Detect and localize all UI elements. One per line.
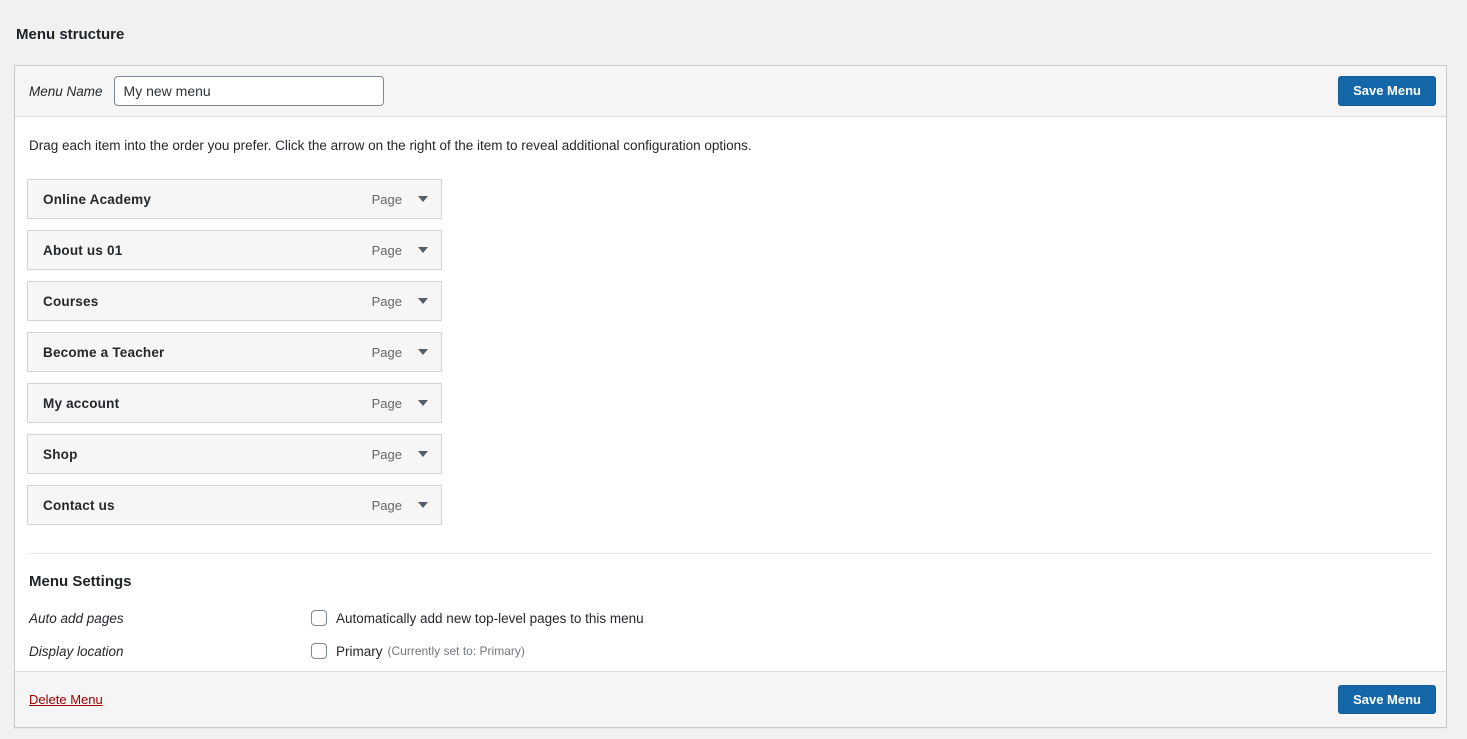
menu-item-type: Page [372,192,402,207]
chevron-down-icon[interactable] [418,298,428,304]
menu-item-title: Courses [43,294,98,309]
menu-item-row[interactable]: Shop Page [27,434,442,474]
menu-item-title: Become a Teacher [43,345,165,360]
chevron-down-icon[interactable] [418,400,428,406]
auto-add-pages-checkbox-label[interactable]: Automatically add new top-level pages to… [336,611,644,626]
drag-instructions: Drag each item into the order you prefer… [29,138,1432,153]
auto-add-pages-checkbox[interactable] [311,610,327,626]
menu-item-type: Page [372,498,402,513]
menu-body: Drag each item into the order you prefer… [15,117,1446,671]
menu-item-row[interactable]: Contact us Page [27,485,442,525]
display-location-primary-label[interactable]: Primary [336,644,383,659]
menu-item-row[interactable]: About us 01 Page [27,230,442,270]
menu-item-title: About us 01 [43,243,122,258]
menu-edit-panel: Menu Name Save Menu Drag each item into … [14,65,1447,728]
menu-item-type: Page [372,345,402,360]
chevron-down-icon[interactable] [418,451,428,457]
display-location-row: Display location Primary (Currently set … [29,640,1432,662]
delete-menu-link[interactable]: Delete Menu [29,692,103,707]
display-location-primary-checkbox[interactable] [311,643,327,659]
menu-item-title: Contact us [43,498,115,513]
menu-item-right: Page [372,294,428,309]
menu-item-right: Page [372,498,428,513]
menu-item-row[interactable]: My account Page [27,383,442,423]
auto-add-pages-label: Auto add pages [29,611,311,626]
menus-page: Menu structure Menu Name Save Menu Drag … [0,0,1467,728]
menu-item-type: Page [372,447,402,462]
menu-item-type: Page [372,396,402,411]
settings-divider [29,553,1432,554]
menu-item-row[interactable]: Become a Teacher Page [27,332,442,372]
menu-settings-heading: Menu Settings [29,573,1432,590]
menu-footer-bar: Delete Menu Save Menu [15,671,1446,727]
menu-item-right: Page [372,192,428,207]
menu-name-label: Menu Name [29,84,103,99]
display-location-note: (Currently set to: Primary) [388,644,525,658]
menu-item-type: Page [372,243,402,258]
menu-item-title: Shop [43,447,78,462]
menu-item-title: My account [43,396,119,411]
menu-name-input[interactable] [114,76,384,106]
chevron-down-icon[interactable] [418,247,428,253]
save-menu-button-bottom[interactable]: Save Menu [1338,685,1436,715]
menu-item-row[interactable]: Courses Page [27,281,442,321]
menu-item-right: Page [372,345,428,360]
menu-header-bar: Menu Name Save Menu [15,66,1446,117]
menu-items-list: Online Academy Page About us 01 Page [27,179,442,525]
chevron-down-icon[interactable] [418,349,428,355]
display-location-label: Display location [29,644,311,659]
menu-item-type: Page [372,294,402,309]
chevron-down-icon[interactable] [418,196,428,202]
page-title: Menu structure [16,25,1447,45]
menu-item-right: Page [372,396,428,411]
chevron-down-icon[interactable] [418,502,428,508]
save-menu-button-top[interactable]: Save Menu [1338,76,1436,106]
menu-item-right: Page [372,447,428,462]
menu-item-row[interactable]: Online Academy Page [27,179,442,219]
menu-item-title: Online Academy [43,192,151,207]
menu-item-right: Page [372,243,428,258]
auto-add-pages-row: Auto add pages Automatically add new top… [29,607,1432,629]
